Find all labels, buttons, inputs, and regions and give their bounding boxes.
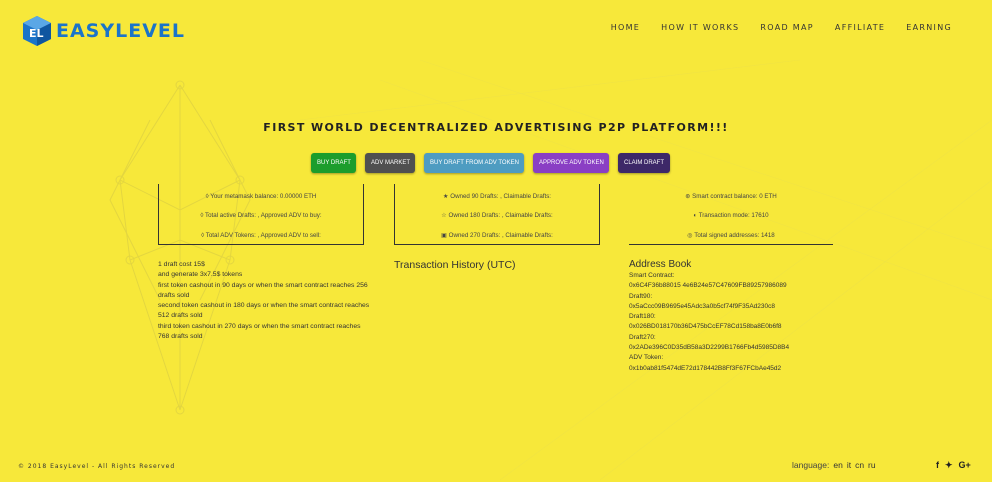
draft-info-line: first token cashout in 90 days or when t… — [158, 281, 368, 299]
address-label: Draft90: — [629, 292, 653, 300]
nav-home[interactable]: HOME — [611, 23, 640, 32]
language-en[interactable]: en — [833, 460, 842, 470]
nav-earning[interactable]: EARNING — [906, 23, 952, 32]
brand-logo[interactable]: EL EASYLEVEL — [20, 14, 185, 48]
language-ru[interactable]: ru — [868, 460, 876, 470]
address-label: Draft180: — [629, 313, 656, 321]
address-value: 0x2ADe396C0D35dB58a3D2299B1766Fb4d5985D8… — [629, 344, 790, 352]
owned-270-drafts: ▣ Owned 270 Drafts: , Claimable Drafts: — [441, 232, 553, 239]
language-selector: language: en it cn ru — [792, 460, 876, 470]
nav-road-map[interactable]: ROAD MAP — [760, 23, 814, 32]
address-label: Smart Contract: — [629, 272, 675, 279]
address-book-title: Address Book — [629, 259, 692, 270]
buy-draft-button[interactable]: BUY DRAFT — [311, 153, 356, 173]
copyright: © 2018 EasyLevel - All Rights Reserved — [18, 463, 176, 470]
transaction-history-title: Transaction History (UTC) — [394, 259, 516, 271]
cube-logo-icon: EL — [23, 16, 51, 46]
language-it[interactable]: it — [847, 460, 851, 470]
language-cn[interactable]: cn — [855, 460, 864, 470]
address-label: ADV Token: — [629, 354, 664, 362]
address-value: 0x1b0ab81f5474dE72d178442B8Ff3F67FCbAe45… — [629, 364, 782, 372]
google-plus-icon[interactable]: G+ — [959, 460, 971, 471]
address-value: 0x5aCcc09B9695e45Adc3a0b5cf74f9F35Ad230c… — [629, 302, 776, 310]
total-adv-tokens: ◊ Total ADV Tokens: , Approved ADV to se… — [201, 232, 321, 239]
social-links: f ✦ G+ — [936, 460, 971, 471]
address-value: 0x6C4F36b88015 4e6B24e57C47609FB89257986… — [629, 282, 787, 290]
language-label: language: — [792, 460, 830, 470]
draft-info-line: third token cashout in 270 days or when … — [158, 322, 361, 341]
approve-adv-token-button[interactable]: APPROVE ADV TOKEN — [533, 153, 609, 173]
claim-draft-button[interactable]: CLAIM DRAFT — [618, 153, 670, 173]
main-nav: HOME HOW IT WORKS ROAD MAP AFFILIATE EAR… — [590, 23, 952, 32]
metamask-balance: ◊ Your metamask balance: 0.00000 ETH — [205, 193, 317, 200]
adv-market-button[interactable]: ADV MARKET — [365, 153, 415, 173]
address-book-list: Smart Contract: 0x6C4F36b88015 4e6B24e57… — [629, 271, 844, 374]
owned-180-drafts: ☆ Owned 180 Drafts: , Claimable Drafts: — [441, 212, 553, 219]
buy-draft-from-adv-button[interactable]: BUY DRAFT FROM ADV TOKEN — [424, 153, 524, 173]
address-label: Draft270: — [629, 333, 656, 341]
total-signed-addresses: ◎ Total signed addresses: 1418 — [687, 232, 775, 239]
action-buttons: BUY DRAFT ADV MARKET BUY DRAFT FROM ADV … — [311, 153, 679, 173]
brand-name: EASYLEVEL — [56, 20, 186, 42]
draft-info-line: 1 draft cost 15$ — [158, 261, 205, 268]
contract-stats-panel: ⊛ Smart contract balance: 0 ETH ◐ Transa… — [629, 184, 833, 245]
nav-affiliate[interactable]: AFFILIATE — [835, 23, 885, 32]
total-active-drafts: ◊ Total active Drafts: , Approved ADV to… — [200, 212, 322, 219]
transaction-mode: ◐ Transaction mode: 17610 — [693, 212, 769, 219]
draft-info-line: second token cashout in 180 days or when… — [158, 302, 370, 320]
nav-how-it-works[interactable]: HOW IT WORKS — [661, 23, 739, 32]
facebook-icon[interactable]: f — [936, 460, 939, 471]
page-headline: FIRST WORLD DECENTRALIZED ADVERTISING P2… — [263, 121, 729, 134]
owned-drafts-panel: ★ Owned 90 Drafts: , Claimable Drafts: ☆… — [394, 184, 600, 245]
draft-info: 1 draft cost 15$ and generate 3x7.5$ tok… — [158, 260, 373, 342]
twitter-icon[interactable]: ✦ — [945, 460, 953, 471]
address-value: 0x026BD018170b36D475bCcEF78Cd158ba8E0b6f… — [629, 323, 782, 331]
draft-info-line: and generate 3x7.5$ tokens — [158, 271, 243, 279]
owned-90-drafts: ★ Owned 90 Drafts: , Claimable Drafts: — [442, 193, 552, 200]
wallet-stats-panel: ◊ Your metamask balance: 0.00000 ETH ◊ T… — [158, 184, 364, 245]
svg-text:EL: EL — [29, 27, 44, 40]
smart-contract-balance: ⊛ Smart contract balance: 0 ETH — [685, 193, 777, 200]
